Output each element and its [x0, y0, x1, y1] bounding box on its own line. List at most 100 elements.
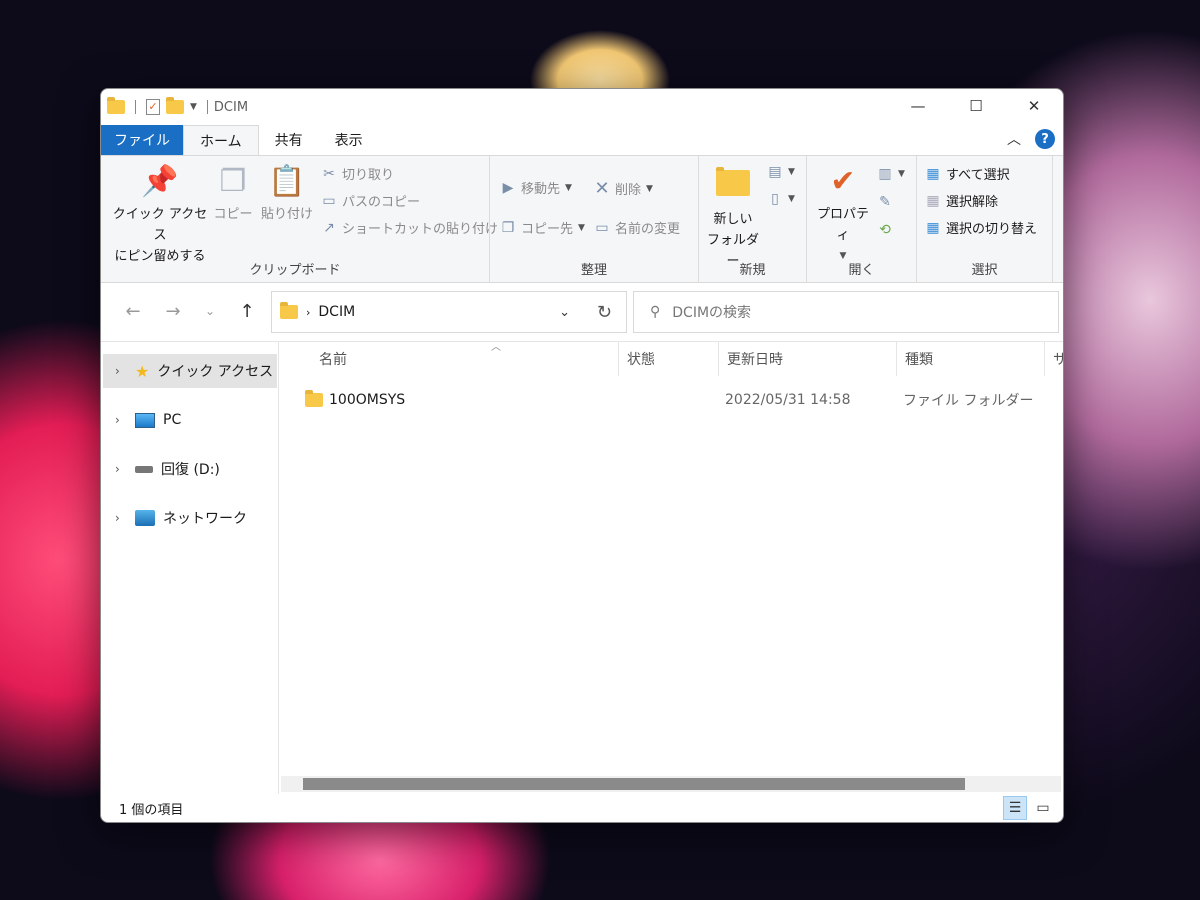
star-icon: ★	[135, 361, 150, 381]
copy-label: コピー	[213, 207, 253, 222]
open-button[interactable]: ▥ ▼	[877, 166, 905, 182]
item-count: 1 個の項目	[119, 802, 184, 818]
chevron-down-icon: ▼	[565, 182, 572, 193]
edit-button[interactable]: ✎	[877, 194, 893, 210]
column-label: 名前	[319, 352, 347, 368]
new-item-icon: ▤	[768, 164, 782, 180]
copy-button[interactable]: ❐ コピー	[213, 164, 253, 225]
quick-access-toolbar: ✓ ▼	[107, 97, 212, 115]
select-all-icon: ▦	[926, 165, 940, 182]
select-group: ▦ すべて選択 ▦ 選択解除 ▦ 選択の切り替え 選択	[917, 156, 1053, 282]
expand-chevron-right-icon[interactable]: ›	[115, 364, 127, 378]
up-arrow-icon[interactable]: ↑	[227, 301, 267, 322]
path-icon: ▭	[322, 192, 336, 209]
folder-icon	[305, 390, 323, 407]
select-all-button[interactable]: ▦ すべて選択	[925, 164, 1009, 184]
properties-button[interactable]: ✔ プロパティ ▼	[811, 164, 875, 267]
refresh-icon[interactable]: ↻	[597, 302, 612, 323]
expand-chevron-right-icon[interactable]: ›	[115, 511, 127, 525]
move-to-icon: ▶	[502, 179, 514, 196]
shortcut-icon: ↗	[323, 219, 335, 236]
new-folder-button[interactable]: 新しい フォルダー	[703, 164, 763, 272]
history-icon: ⟲	[879, 222, 891, 238]
forward-arrow-icon[interactable]: →	[153, 301, 193, 322]
tab-view[interactable]: 表示	[319, 125, 379, 155]
history-button[interactable]: ⟲	[877, 222, 893, 238]
breadcrumb-chevron-right-icon[interactable]: ›	[306, 306, 310, 319]
customize-toolbar-chevron-down-icon[interactable]: ▼	[190, 102, 197, 112]
column-header-name[interactable]: 名前 ︿	[311, 342, 619, 376]
nav-item-recovery-drive[interactable]: › 回復 (D:)	[103, 452, 277, 486]
help-icon[interactable]: ?	[1035, 129, 1055, 149]
properties-quick-icon[interactable]: ✓	[146, 99, 160, 115]
maximize-button[interactable]: ☐	[947, 89, 1005, 123]
nav-item-quick-access[interactable]: › ★ クイック アクセス	[103, 354, 277, 388]
divider	[135, 100, 136, 114]
paste-shortcut-label: ショートカットの貼り付け	[342, 222, 499, 237]
easy-access-icon: ▯	[771, 191, 779, 207]
invert-selection-button[interactable]: ▦ 選択の切り替え	[925, 218, 1037, 238]
column-headers: 名前 ︿ 状態 更新日時 種類 サ	[279, 342, 1063, 376]
chevron-down-icon: ▼	[898, 169, 905, 179]
recent-locations-chevron-down-icon[interactable]: ⌄	[193, 304, 227, 318]
delete-x-icon: ✕	[594, 178, 610, 199]
address-history-chevron-down-icon[interactable]: ⌄	[559, 305, 570, 320]
address-bar[interactable]: › DCIM ⌄ ↻	[271, 291, 627, 333]
nav-item-label: ネットワーク	[163, 511, 247, 527]
expand-chevron-right-icon[interactable]: ›	[115, 462, 127, 476]
collapse-ribbon-chevron-up-icon[interactable]: ︿	[1007, 129, 1021, 149]
move-to-button[interactable]: ▶ 移動先 ▼	[500, 178, 572, 198]
folder-icon	[280, 302, 298, 319]
pin-to-quick-access-button[interactable]: 📌 クイック アクセス にピン留めする	[107, 164, 213, 267]
copy-path-button[interactable]: ▭ パスのコピー	[321, 191, 420, 211]
file-row[interactable]: 100OMSYS 2022/05/31 14:58 ファイル フォルダー	[299, 388, 1063, 412]
paste-shortcut-button[interactable]: ↗ ショートカットの貼り付け	[321, 218, 499, 238]
new-folder-quick-icon[interactable]	[166, 97, 184, 114]
large-icons-view-icon[interactable]: ▭	[1031, 796, 1055, 820]
tab-file[interactable]: ファイル	[101, 125, 183, 155]
column-header-type[interactable]: 種類	[897, 342, 1045, 376]
file-type: ファイル フォルダー	[903, 393, 1034, 409]
chevron-down-icon: ▼	[788, 194, 795, 204]
rename-button[interactable]: ▭ 名前の変更	[594, 218, 681, 238]
file-name: 100OMSYS	[329, 392, 406, 408]
content-area: › ★ クイック アクセス › PC › 回復 (D:) › ネットワーク 名前…	[101, 341, 1063, 794]
tab-home[interactable]: ホーム	[183, 125, 259, 155]
network-icon	[135, 510, 155, 526]
invert-selection-icon: ▦	[926, 219, 940, 236]
tab-share[interactable]: 共有	[259, 125, 319, 155]
column-header-modified[interactable]: 更新日時	[719, 342, 897, 376]
copy-to-button[interactable]: ❐ コピー先 ▼	[500, 218, 585, 238]
delete-button[interactable]: ✕ 削除 ▼	[594, 178, 652, 199]
new-folder-label-line1: 新しい	[713, 212, 753, 227]
properties-check-icon: ✔	[830, 164, 856, 199]
horizontal-scrollbar[interactable]	[281, 776, 1061, 792]
search-icon: ⚲	[650, 304, 661, 320]
close-button[interactable]: ✕	[1005, 89, 1063, 123]
navigation-buttons: ← → ⌄ ↑	[101, 301, 267, 322]
search-box[interactable]: ⚲ DCIMの検索	[633, 291, 1059, 333]
scrollbar-thumb[interactable]	[303, 778, 965, 790]
expand-chevron-right-icon[interactable]: ›	[115, 413, 127, 427]
column-header-size[interactable]: サ	[1045, 342, 1063, 376]
easy-access-button[interactable]: ▯ ▼	[767, 191, 795, 207]
select-none-button[interactable]: ▦ 選択解除	[925, 191, 998, 211]
paste-button[interactable]: 📋 貼り付け	[259, 164, 315, 225]
nav-item-pc[interactable]: › PC	[103, 403, 277, 437]
nav-item-network[interactable]: › ネットワーク	[103, 501, 277, 535]
copy-to-icon: ❐	[501, 219, 515, 236]
breadcrumb-current[interactable]: DCIM	[318, 304, 355, 320]
file-explorer-window: ✓ ▼ DCIM — ☐ ✕ ファイル ホーム 共有 表示 ︿ ? 📌 クイック…	[100, 88, 1064, 823]
file-modified: 2022/05/31 14:58	[725, 392, 851, 408]
rename-label: 名前の変更	[615, 222, 681, 237]
pin-icon: 📌	[141, 164, 179, 199]
organize-group: ▶ 移動先 ▼ ❐ コピー先 ▼ ✕ 削除 ▼ ▭ 名前の変更 整理	[490, 156, 699, 282]
column-header-status[interactable]: 状態	[619, 342, 719, 376]
new-item-button[interactable]: ▤ ▼	[767, 164, 795, 180]
select-none-icon: ▦	[926, 192, 940, 209]
cut-button[interactable]: ✂ 切り取り	[321, 164, 394, 184]
sort-ascending-icon: ︿	[491, 342, 501, 353]
details-view-icon[interactable]: ☰	[1003, 796, 1027, 820]
back-arrow-icon[interactable]: ←	[113, 301, 153, 322]
minimize-button[interactable]: —	[889, 89, 947, 123]
